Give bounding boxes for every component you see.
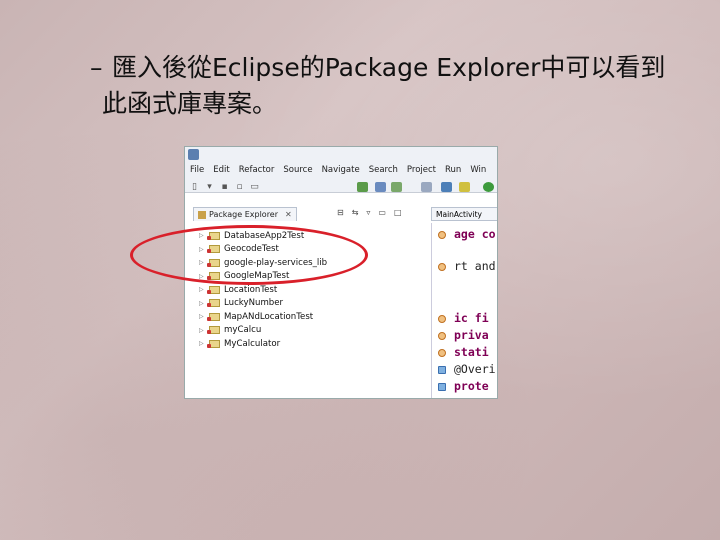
warning-marker-icon	[438, 349, 446, 357]
bullet-text: – 匯入後從Eclipse的Package Explorer中可以看到 此函式庫專…	[90, 50, 680, 122]
project-label: LocationTest	[224, 284, 278, 295]
menu-file[interactable]: File	[190, 165, 204, 175]
bullet-line-2: 此函式庫專案。	[102, 89, 278, 118]
code-line: prote	[454, 379, 489, 393]
checkmark-icon[interactable]	[391, 182, 402, 192]
code-line: priva	[454, 328, 489, 342]
android-project-icon	[207, 285, 220, 294]
code-line: rt and	[454, 259, 496, 273]
package-explorer-tab-label: Package Explorer	[209, 210, 279, 219]
override-marker-icon	[438, 366, 446, 374]
tree-item-mycalcu[interactable]: ▷ myCalcu	[199, 324, 327, 338]
bullet-line-1: 匯入後從Eclipse的Package Explorer中可以看到	[112, 53, 666, 82]
menu-edit[interactable]: Edit	[213, 165, 229, 175]
save-all-icon[interactable]: ▫	[234, 182, 245, 192]
expand-icon[interactable]: ▷	[199, 327, 207, 334]
link-editor-icon[interactable]: ⇆	[352, 208, 359, 217]
run-icon[interactable]	[483, 182, 494, 192]
minimize-icon[interactable]: ▭	[378, 208, 386, 217]
view-menu-icon[interactable]: ▿	[366, 208, 370, 217]
tree-item-mapandlocationtest[interactable]: ▷ MapANdLocationTest	[199, 310, 327, 324]
tree-item-mycalculator[interactable]: ▷ MyCalculator	[199, 337, 327, 351]
new-java-icon[interactable]	[421, 182, 432, 192]
android-sdk-icon[interactable]	[357, 182, 368, 192]
code-line: ic fi	[454, 311, 489, 325]
tools-icon[interactable]	[459, 182, 470, 192]
menu-navigate[interactable]: Navigate	[322, 165, 360, 175]
menu-source[interactable]: Source	[283, 165, 312, 175]
new-icon[interactable]: ▯	[189, 182, 200, 192]
debug-icon[interactable]	[441, 182, 452, 192]
menu-run[interactable]: Run	[445, 165, 461, 175]
editor-tab[interactable]: MainActivity	[431, 207, 497, 221]
warning-marker-icon	[438, 231, 446, 239]
android-project-icon	[207, 326, 220, 335]
toolbar: ▯ ▾ ▪ ▫ ▭	[189, 182, 260, 192]
code-line: age co	[454, 227, 496, 241]
project-label: MyCalculator	[224, 338, 281, 349]
collapse-all-icon[interactable]: ⊟	[337, 208, 344, 217]
avd-manager-icon[interactable]	[375, 182, 386, 192]
expand-icon[interactable]: ▷	[199, 300, 207, 307]
project-label: LuckyNumber	[224, 298, 284, 309]
code-line: @Overi	[454, 362, 496, 376]
package-explorer-icon	[198, 210, 206, 219]
dropdown-icon[interactable]: ▾	[204, 182, 215, 192]
tree-item-locationtest[interactable]: ▷ LocationTest	[199, 283, 327, 297]
menu-bar: File Edit Refactor Source Navigate Searc…	[190, 165, 486, 175]
highlight-ellipse	[130, 225, 368, 285]
expand-icon[interactable]: ▷	[199, 313, 207, 320]
menu-search[interactable]: Search	[369, 165, 398, 175]
warning-marker-icon	[438, 315, 446, 323]
code-editor[interactable]: age co rt and ic fi priva stati @Overi p…	[431, 223, 497, 398]
eclipse-menubar: File Edit Refactor Source Navigate Searc…	[185, 147, 497, 193]
warning-marker-icon	[438, 263, 446, 271]
project-label: MapANdLocationTest	[224, 311, 314, 322]
bullet-dash: –	[90, 53, 103, 82]
menu-window[interactable]: Win	[470, 165, 486, 175]
expand-icon[interactable]: ▷	[199, 340, 207, 347]
menu-refactor[interactable]: Refactor	[239, 165, 275, 175]
code-line: stati	[454, 345, 489, 359]
eclipse-app-icon	[188, 149, 199, 160]
menu-project[interactable]: Project	[407, 165, 436, 175]
tree-item-luckynumber[interactable]: ▷ LuckyNumber	[199, 297, 327, 311]
panel-controls: ⊟ ⇆ ▿ ▭ □	[337, 208, 402, 217]
project-label: myCalcu	[224, 325, 262, 336]
editor-tab-label: MainActivity	[436, 209, 482, 219]
android-project-icon	[207, 312, 220, 321]
save-icon[interactable]: ▪	[219, 182, 230, 192]
warning-marker-icon	[438, 332, 446, 340]
android-project-icon	[207, 299, 220, 308]
print-icon[interactable]: ▭	[249, 182, 260, 192]
package-explorer-tab[interactable]: Package Explorer ✕	[193, 207, 297, 221]
expand-icon[interactable]: ▷	[199, 286, 207, 293]
close-icon[interactable]: ✕	[285, 210, 292, 219]
android-project-icon	[207, 339, 220, 348]
maximize-icon[interactable]: □	[394, 208, 402, 217]
override-marker-icon	[438, 383, 446, 391]
